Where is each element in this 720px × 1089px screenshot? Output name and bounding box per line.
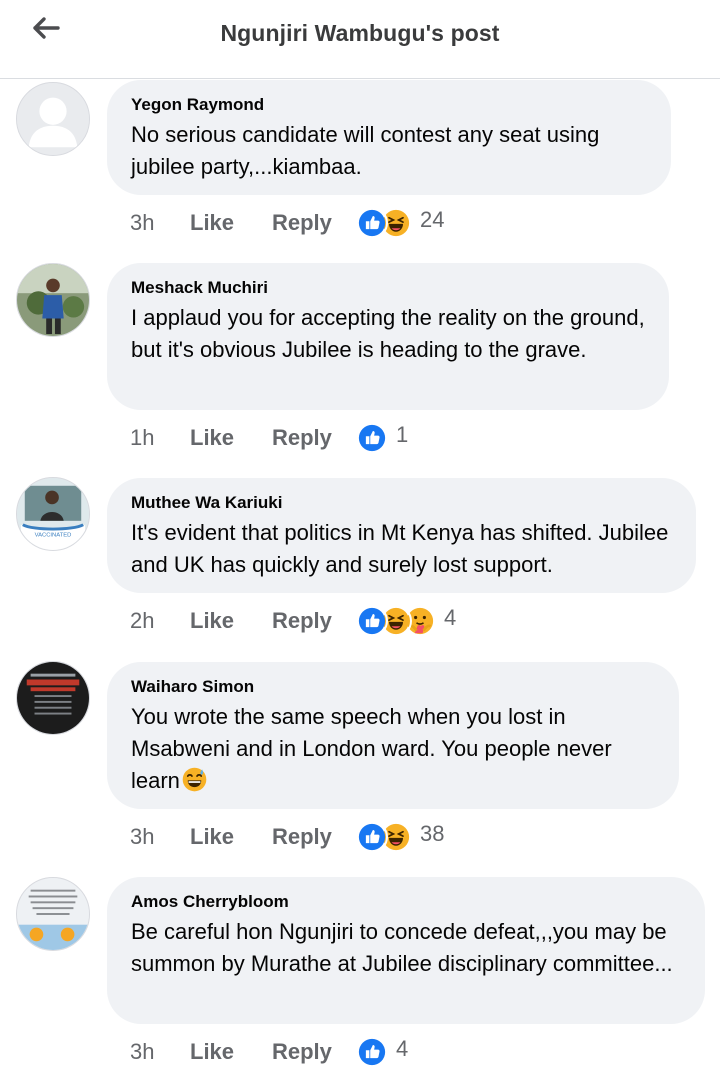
reactions-summary[interactable]: 4 [356,603,456,639]
like-button[interactable]: Like [190,210,272,236]
reaction-count: 1 [396,422,409,447]
comment-text: It's evident that politics in Mt Kenya h… [131,520,669,577]
avatar[interactable] [16,82,90,156]
reactions-summary[interactable]: 1 [356,420,408,456]
comment-time[interactable]: 3h [130,824,190,850]
page-title: Ngunjiri Wambugu's post [220,19,500,46]
comment-text: No serious candidate will contest any se… [131,122,600,179]
like-button[interactable]: Like [190,425,272,451]
like-icon [356,821,388,853]
reply-button[interactable]: Reply [272,608,356,634]
poster-avatar-icon [17,662,89,734]
comment-actions: 1h Like Reply 1 [130,420,408,456]
comment-actions: 3h Like Reply 4 [130,1034,408,1070]
comment-bubble[interactable]: Waiharo Simon You wrote the same speech … [107,662,679,809]
like-button[interactable]: Like [190,824,272,850]
top-bar: Ngunjiri Wambugu's post [0,0,720,79]
comment-bubble[interactable]: Muthee Wa Kariuki It's evident that poli… [107,478,696,593]
comment-author[interactable]: Meshack Muchiri [131,277,645,299]
reaction-count: 4 [444,605,457,630]
comment-author[interactable]: Muthee Wa Kariuki [131,492,672,514]
comment-author[interactable]: Yegon Raymond [131,94,647,116]
comment-text: Be careful hon Ngunjiri to concede defea… [131,919,673,976]
comment-author[interactable]: Waiharo Simon [131,676,655,698]
reply-button[interactable]: Reply [272,210,356,236]
comment-time[interactable]: 2h [130,608,190,634]
comment-bubble[interactable]: Amos Cherrybloom Be careful hon Ngunjiri… [107,877,705,1024]
like-button[interactable]: Like [190,608,272,634]
svg-text:VACCINATED: VACCINATED [35,532,72,538]
comment-time[interactable]: 1h [130,425,190,451]
reaction-count: 38 [420,821,445,846]
vaccinated-frame-icon: VACCINATED [17,478,89,550]
comment-text: I applaud you for accepting the reality … [131,305,645,362]
like-icon [356,207,388,239]
person-photo-icon [17,264,89,336]
reply-button[interactable]: Reply [272,425,356,451]
comment-actions: 2h Like Reply 4 [130,603,456,639]
default-avatar-icon [17,83,89,155]
like-icon [356,605,388,637]
back-button[interactable] [24,12,68,48]
comment-actions: 3h Like Reply 24 [130,205,444,241]
comment-text: You wrote the same speech when you lost … [131,701,655,797]
avatar[interactable]: VACCINATED [16,477,90,551]
like-icon [356,422,388,454]
reactions-summary[interactable]: 24 [356,205,444,241]
reply-button[interactable]: Reply [272,824,356,850]
reaction-count: 4 [396,1036,409,1061]
like-button[interactable]: Like [190,1039,272,1065]
avatar[interactable] [16,877,90,951]
comment-actions: 3h Like Reply 38 [130,819,444,855]
avatar[interactable] [16,661,90,735]
comment-author[interactable]: Amos Cherrybloom [131,891,681,913]
reactions-summary[interactable]: 38 [356,819,444,855]
comment-bubble[interactable]: Yegon Raymond No serious candidate will … [107,80,671,195]
comment-time[interactable]: 3h [130,210,190,236]
reactions-summary[interactable]: 4 [356,1034,408,1070]
avatar[interactable] [16,263,90,337]
reply-button[interactable]: Reply [272,1039,356,1065]
grinning-sweat-emoji-icon [181,766,208,793]
like-icon [356,1036,388,1068]
comment-time[interactable]: 3h [130,1039,190,1065]
quote-avatar-icon [17,878,89,950]
comment-bubble[interactable]: Meshack Muchiri I applaud you for accept… [107,263,669,410]
reaction-count: 24 [420,207,445,232]
back-arrow-icon [32,16,60,45]
